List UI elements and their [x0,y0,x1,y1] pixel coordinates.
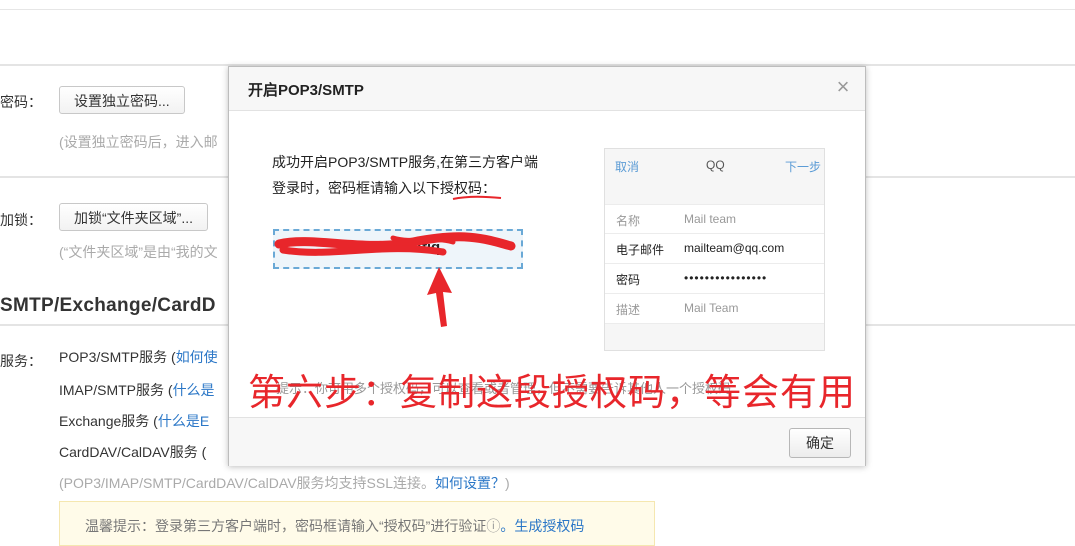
preview-row-key: 电子邮件 [616,243,665,257]
set-password-button[interactable]: 设置独立密码... [59,86,185,114]
section-title: SMTP/Exchange/CardD [0,295,216,316]
message-line-1: 成功开启POP3/SMTP服务,在第三方客户端 [272,154,539,170]
dialog-footer [229,417,865,466]
generate-auth-code-link[interactable]: 。生成授权码 [500,518,584,534]
preview-row: 描述 Mail Team [605,294,824,324]
arrow-up-icon [427,267,452,327]
tip-text: 温馨提示：登录第三方客户端时，密码框请输入“授权码”进行验证ⓘ。生成授权码 [85,516,584,536]
service-help-link[interactable]: 如何使 [176,349,218,365]
dialog-message: 成功开启POP3/SMTP服务,在第三方客户端 登录时，密码框请输入以下授权码： [272,149,582,201]
service-label: 服务： [0,353,42,369]
service-name: CardDAV/CalDAV服务 ( [59,444,207,460]
client-config-preview: 取消 QQ 下一步 名称 Mail team 电子邮件 mailteam@qq.… [604,148,825,351]
preview-row: 电子邮件 mailteam@qq.com [605,234,824,264]
preview-title: QQ [706,158,725,172]
password-label: 密码： [0,94,42,110]
preview-row-value: Mail team [684,212,737,226]
tip-message: 温馨提示：登录第三方客户端时，密码框请输入“授权码”进行验证 [85,518,487,534]
ssl-help-link[interactable]: 如何设置？ [435,475,505,491]
preview-row: 密码 •••••••••••••••• [605,264,824,294]
preview-header: 取消 QQ 下一步 [605,149,824,181]
dialog-title: 开启POP3/SMTP [248,82,364,99]
preview-next: 下一步 [785,160,822,174]
step-annotation: 第六步：复制这段授权码，等会有用 [248,372,856,413]
message-line-2-prefix: 登录时，密码框请输入以下 [272,180,440,196]
service-name: Exchange服务 ( [59,413,158,429]
confirm-button[interactable]: 确定 [789,428,851,458]
lock-folder-button[interactable]: 加锁“文件夹区域”... [59,203,208,231]
service-help-link[interactable]: 什么是E [158,413,209,429]
preview-row: 名称 Mail team [605,204,824,234]
close-icon[interactable]: × [833,76,853,98]
preview-row-value: •••••••••••••••• [684,271,768,285]
ssl-note-close: ) [505,475,510,491]
lock-label: 加锁： [0,212,42,228]
service-help-link[interactable]: 什么是 [173,382,215,398]
lock-hint: (“文件夹区域”是由“我的文 [59,244,218,260]
preview-row-value: Mail Team [684,301,739,315]
service-name: IMAP/SMTP服务 ( [59,382,173,398]
service-name: POP3/SMTP服务 ( [59,349,176,365]
ssl-note: (POP3/IMAP/SMTP/CardDAV/CalDAV服务均支持SSL连接… [59,473,510,493]
preview-row-value: mailteam@qq.com [684,241,785,255]
question-icon[interactable]: ⓘ [486,518,500,534]
preview-row-key: 密码 [616,273,641,287]
message-line-2: 登录时，密码框请输入以下授权码： [272,175,582,201]
underline-scribble [452,195,502,200]
top-bar [0,0,1075,10]
redaction-scribble [274,232,516,256]
password-hint: (设置独立密码后，进入邮 [59,134,218,150]
preview-cancel: 取消 [615,160,640,174]
service-item-exchange: Exchange服务 (什么是E [59,411,209,431]
service-item-carddav: CardDAV/CalDAV服务 ( [59,442,206,462]
service-item-imap: IMAP/SMTP服务 (什么是 [59,380,215,400]
ssl-note-text: (POP3/IMAP/SMTP/CardDAV/CalDAV服务均支持SSL连接… [59,475,435,491]
service-item-pop3: POP3/SMTP服务 (如何使 [59,347,218,367]
preview-row-key: 名称 [616,214,641,228]
preview-row-key: 描述 [616,303,641,317]
